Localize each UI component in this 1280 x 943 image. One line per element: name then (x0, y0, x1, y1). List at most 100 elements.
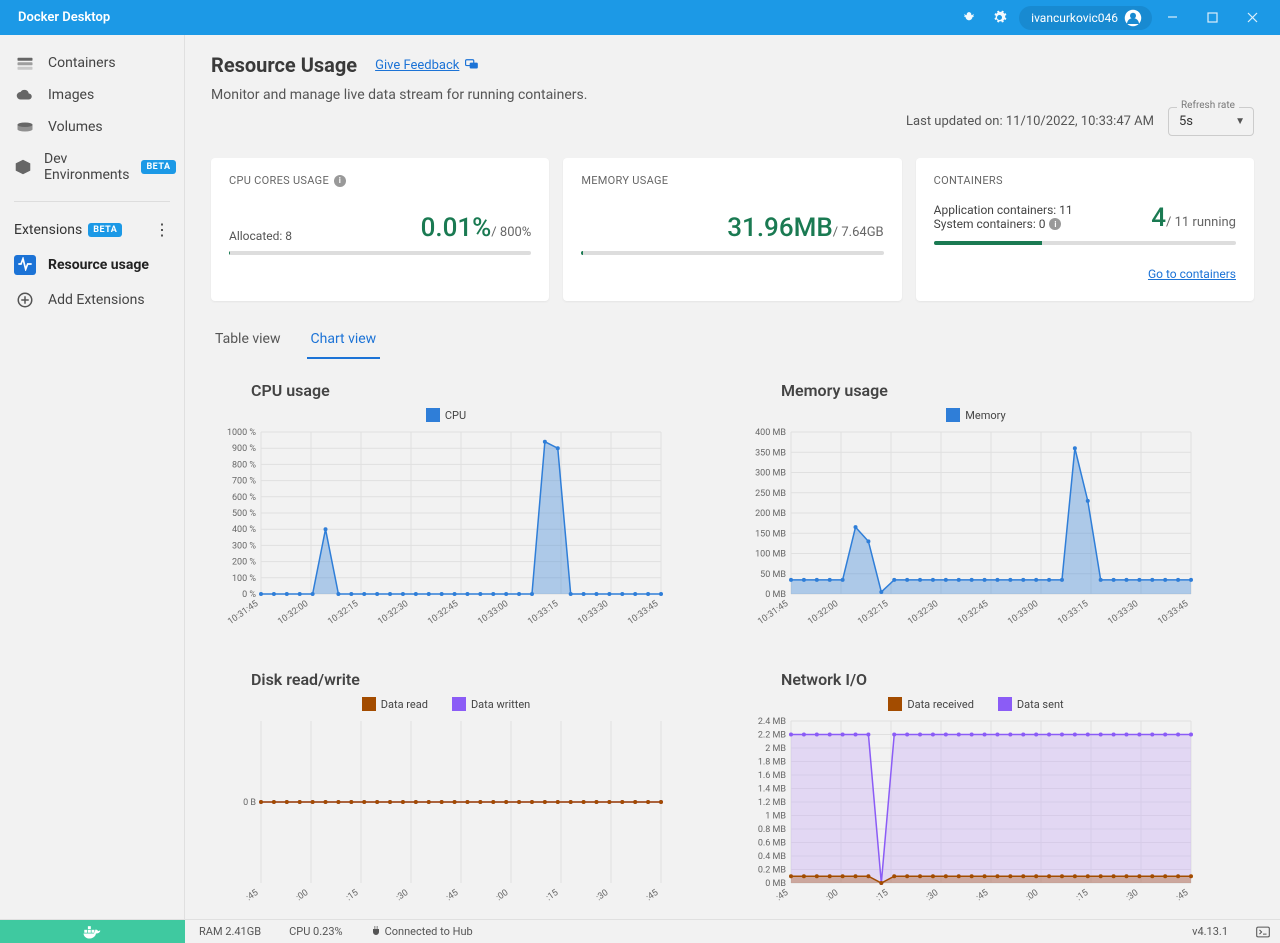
cpu-allocated-label: Allocated: 8 (229, 229, 292, 243)
disk-icon (14, 121, 36, 133)
chart-title: Disk read/write (251, 670, 681, 689)
legend-item: Data sent (998, 697, 1064, 711)
chat-icon (465, 59, 479, 71)
give-feedback-link[interactable]: Give Feedback (375, 58, 479, 73)
svg-text::00: :00 (825, 888, 841, 903)
docker-status-strip[interactable] (0, 920, 185, 943)
svg-text:400 MB: 400 MB (755, 428, 786, 438)
svg-text:10:31:45: 10:31:45 (226, 599, 260, 626)
plus-circle-icon (14, 291, 36, 309)
svg-text::45: :45 (975, 888, 991, 903)
chart-disk: 0 B:45:00:15:30:45:00:15:30:45 (211, 715, 671, 915)
svg-text:300 MB: 300 MB (755, 469, 786, 479)
svg-text::00: :00 (1025, 888, 1041, 903)
legend-item: Data received (888, 697, 974, 711)
app-title: Docker Desktop (18, 10, 110, 25)
svg-text:10:33:15: 10:33:15 (526, 599, 560, 626)
plug-icon (371, 926, 381, 938)
svg-text:700 %: 700 % (232, 477, 256, 487)
sidebar-item-volumes[interactable]: Volumes (0, 111, 184, 143)
svg-text::15: :15 (875, 888, 891, 903)
user-chip[interactable]: ivancurkovic046 (1019, 6, 1152, 30)
svg-text:10:33:30: 10:33:30 (576, 599, 610, 626)
chart-memory: 0 MB50 MB100 MB150 MB200 MB250 MB300 MB3… (741, 426, 1201, 626)
svg-text:0.8 MB: 0.8 MB (758, 825, 787, 835)
version-label: v4.13.1 (1178, 925, 1242, 938)
svg-text:900 %: 900 % (232, 444, 256, 454)
chart-title: Network I/O (781, 670, 1211, 689)
sidebar-item-containers[interactable]: Containers (0, 47, 184, 79)
tab-chart-view[interactable]: Chart view (307, 325, 381, 353)
svg-text::00: :00 (295, 888, 311, 903)
memory-bar (581, 251, 883, 255)
svg-text:1.8 MB: 1.8 MB (758, 758, 787, 768)
go-to-containers-link[interactable]: Go to containers (1148, 267, 1236, 281)
card-title-text: CPU CORES USAGE (229, 174, 329, 187)
sidebar: Containers Images Volumes Dev Environmen… (0, 35, 185, 919)
refresh-label: Refresh rate (1177, 100, 1239, 111)
window-minimize-icon[interactable] (1152, 3, 1192, 33)
info-icon[interactable]: i (1049, 218, 1061, 230)
refresh-value: 5s (1179, 114, 1193, 129)
cpu-bar (229, 251, 531, 255)
card-title-text: CONTAINERS (934, 174, 1003, 187)
svg-text:400 %: 400 % (232, 525, 256, 535)
svg-text:10:32:30: 10:32:30 (906, 599, 940, 626)
svg-text:1.2 MB: 1.2 MB (758, 798, 787, 808)
chart-network: 0 MB0.2 MB0.4 MB0.6 MB0.8 MB1 MB1.2 MB1.… (741, 715, 1201, 915)
svg-text:100 MB: 100 MB (755, 550, 786, 560)
view-tabs: Table view Chart view (211, 325, 1254, 353)
sidebar-item-resource-usage[interactable]: Resource usage (0, 247, 184, 283)
window-close-icon[interactable] (1232, 3, 1272, 33)
svg-text::30: :30 (595, 888, 611, 903)
sidebar-divider (14, 201, 170, 202)
svg-text::45: :45 (245, 888, 261, 903)
activity-icon (14, 255, 36, 275)
svg-text:200 MB: 200 MB (755, 509, 786, 519)
cloud-icon (14, 88, 36, 102)
legend-item: Memory (946, 408, 1005, 422)
svg-text:10:32:45: 10:32:45 (426, 599, 460, 626)
sidebar-item-devenv[interactable]: Dev Environments BETA (0, 143, 184, 191)
bug-icon[interactable] (957, 6, 981, 30)
svg-text:0 MB: 0 MB (765, 590, 786, 600)
svg-text:10:31:45: 10:31:45 (756, 599, 790, 626)
svg-text:150 MB: 150 MB (755, 529, 786, 539)
chart-title: Memory usage (781, 381, 1211, 400)
tab-table-view[interactable]: Table view (211, 325, 285, 353)
main-content: Resource Usage Give Feedback Monitor and… (185, 35, 1280, 919)
kebab-icon[interactable]: ⋮ (154, 220, 170, 239)
sidebar-item-images[interactable]: Images (0, 79, 184, 111)
svg-text::30: :30 (925, 888, 941, 903)
svg-text:0 MB: 0 MB (765, 879, 786, 889)
cpu-status: CPU 0.23% (275, 925, 356, 938)
svg-text:10:32:15: 10:32:15 (856, 599, 890, 626)
page-title: Resource Usage (211, 53, 357, 77)
window-maximize-icon[interactable] (1192, 3, 1232, 33)
refresh-rate-select[interactable]: Refresh rate 5s ▼ (1168, 107, 1254, 136)
svg-text:800 %: 800 % (232, 460, 256, 470)
svg-text::15: :15 (545, 888, 561, 903)
terminal-icon[interactable] (1242, 926, 1280, 938)
svg-text::30: :30 (1125, 888, 1141, 903)
svg-text:2 MB: 2 MB (765, 744, 786, 754)
svg-text:10:32:30: 10:32:30 (376, 599, 410, 626)
gear-icon[interactable] (987, 6, 1011, 30)
sidebar-item-add-extensions[interactable]: Add Extensions (0, 283, 184, 317)
containers-value: 4/ 11 running (1151, 203, 1236, 233)
beta-badge: BETA (141, 160, 175, 174)
info-icon[interactable]: i (334, 175, 346, 187)
username-label: ivancurkovic046 (1031, 11, 1118, 25)
connection-status: Connected to Hub (357, 925, 487, 938)
svg-text:10:33:45: 10:33:45 (626, 599, 660, 626)
svg-text:500 %: 500 % (232, 509, 256, 519)
svg-text::45: :45 (645, 888, 661, 903)
containers-bar (934, 241, 1236, 245)
card-memory: MEMORY USAGE 31.96MB/ 7.64GB (563, 158, 901, 301)
svg-text::00: :00 (495, 888, 511, 903)
memory-value: 31.96MB/ 7.64GB (727, 213, 883, 243)
legend-item: Data read (362, 697, 428, 711)
svg-text::45: :45 (445, 888, 461, 903)
chart-title: CPU usage (251, 381, 681, 400)
svg-text:50 MB: 50 MB (760, 570, 786, 580)
